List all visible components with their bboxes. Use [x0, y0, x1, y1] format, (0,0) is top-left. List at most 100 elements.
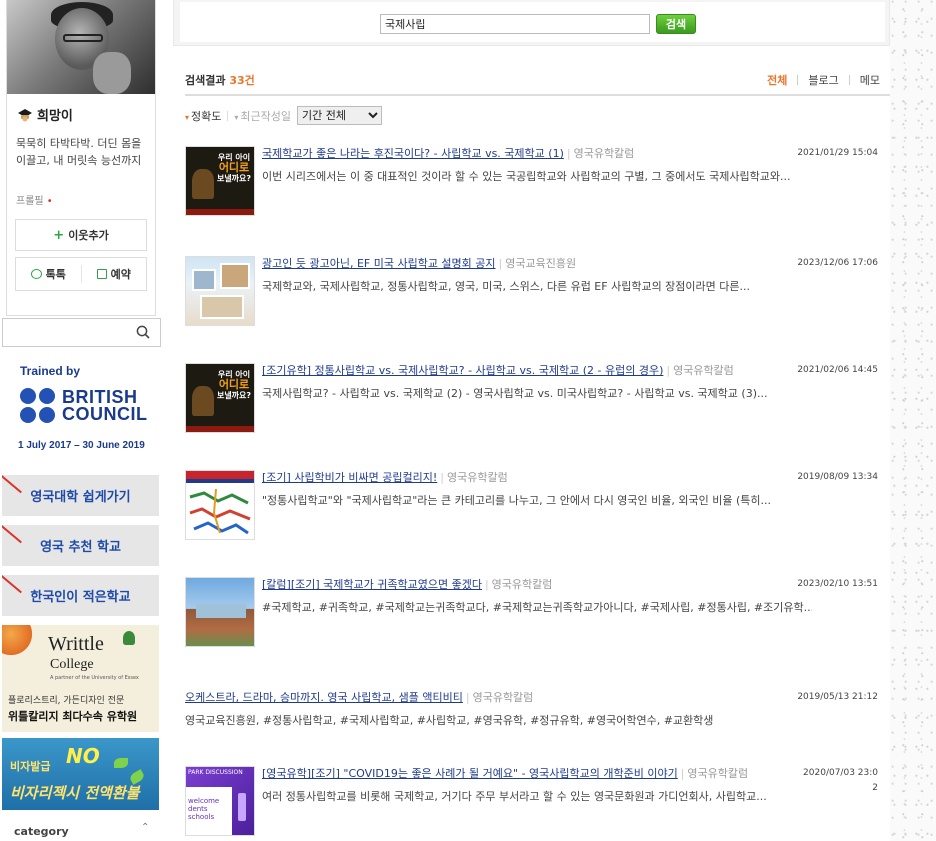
- sidebar-link-recommended-school[interactable]: 영국 추천 학교: [2, 525, 159, 566]
- thumbnail-photo: [192, 269, 216, 291]
- british-council-wordmark: BRITISH COUNCIL: [62, 388, 148, 424]
- thumbnail-figure: [192, 169, 214, 199]
- main-content: 검색 검색결과 33건 전체 블로그 메모 정확도 최근작성일 기간 전체 우리…: [173, 0, 890, 841]
- post-title-link[interactable]: 국제학교가 좋은 나라는 후진국이다? - 사립학교 vs. 국제학교 (1): [262, 147, 564, 160]
- post-thumbnail[interactable]: 우리 아이 어디로 보낼까요?: [185, 146, 255, 216]
- post-thumbnail[interactable]: PARK DISCUSSION welcome dents schools: [185, 766, 255, 836]
- reserve-label: 예약: [110, 268, 131, 281]
- profile-box: 희망이 묵묵히 타박타박. 더딘 몸을 이끌고, 내 머릿속 능선까지 프롤필 …: [6, 0, 156, 316]
- post-snippet: 국제학교와, 국제사립학교, 정통사립학교, 영국, 미국, 스위스, 다른 유…: [262, 280, 751, 293]
- result-filter-tabs: 전체 블로그 메모: [767, 72, 880, 88]
- thumbnail-band: [186, 471, 254, 479]
- period-select[interactable]: 기간 전체: [297, 106, 383, 125]
- calendar-icon: [96, 269, 107, 279]
- sort-accuracy[interactable]: 정확도: [185, 108, 221, 124]
- sidebar-link-uk-university[interactable]: 영국대학 쉽게가기: [2, 475, 159, 516]
- sidebar-link-label: 영국 추천 학교: [40, 540, 121, 555]
- blog-search-input[interactable]: [380, 14, 650, 34]
- post-snippet: 국제사립학교? - 사립학교 vs. 국제학교 (2) - 영국사립학교 vs.…: [262, 387, 768, 400]
- profile-link[interactable]: 프롤필 •: [16, 192, 53, 207]
- divider: |: [666, 364, 671, 377]
- post-source[interactable]: 영국교육진흥원: [505, 257, 576, 270]
- post-title-link[interactable]: 오케스트라, 드라마, 승마까지. 영국 사립학교, 샘플 액티비티: [185, 691, 463, 704]
- chevron-up-icon[interactable]: ⌃: [141, 822, 149, 833]
- post-source[interactable]: 영국유학칼럼: [574, 147, 635, 160]
- post-thumbnail[interactable]: 우리 아이 어디로 보낼까요?: [185, 363, 255, 433]
- sidebar-search: [2, 318, 161, 347]
- sidebar: 희망이 묵묵히 타박타박. 더딘 몸을 이끌고, 내 머릿속 능선까지 프롤필 …: [0, 0, 161, 841]
- thumbnail-band: [186, 209, 254, 215]
- post-title-link[interactable]: 광고인 듯 광고아닌, EF 미국 사립학교 설명회 공지: [262, 257, 496, 270]
- post-date: 2023/02/10 13:51: [797, 579, 878, 589]
- post-snippet: "정통사립학교"와 "국제사립학교"라는 큰 카테고리를 나누고, 그 안에서 …: [262, 494, 772, 507]
- post-date: 2023/12/06 17:06: [797, 258, 878, 268]
- thumb-line: 어디로: [218, 161, 250, 174]
- brand-line-2: COUNCIL: [62, 404, 148, 424]
- divider: |: [484, 578, 489, 591]
- profile-name[interactable]: 희망이: [17, 105, 73, 124]
- post-source[interactable]: 영국유학칼럼: [687, 767, 748, 780]
- post-thumbnail[interactable]: [185, 577, 255, 647]
- writtle-line-1: 플로리스트리, 가든디자인 전문: [8, 696, 125, 706]
- thumbnail-text: 우리 아이 어디로 보낼까요?: [216, 153, 252, 183]
- writtle-subtitle: College: [50, 657, 94, 672]
- british-council-badge[interactable]: Trained by BRITISH COUNCIL 1 July 2017 –…: [12, 358, 152, 458]
- divider: [227, 110, 229, 121]
- visa-refund-banner[interactable]: 비자발급 NO 비자리젝시 전액환불: [2, 738, 159, 810]
- post-title-line: [칼럼][조기] 국제학교가 귀족학교였으면 좋겠다 | 영국유학칼럼: [262, 577, 812, 592]
- post-date: 2021/01/29 15:04: [797, 148, 878, 158]
- british-council-logo: BRITISH COUNCIL: [20, 388, 148, 424]
- add-neighbor-button[interactable]: + 이웃추가: [15, 219, 147, 251]
- visa-line-3: 비자리젝시 전액환불: [10, 784, 140, 802]
- tulip-icon: [123, 631, 135, 645]
- reserve-button[interactable]: 예약: [82, 258, 147, 290]
- post-title-line: 광고인 듯 광고아닌, EF 미국 사립학교 설명회 공지 | 영국교육진흥원: [262, 256, 812, 271]
- thumb-line: 어디로: [218, 378, 250, 391]
- route-map-icon: [189, 488, 251, 535]
- post-title-link[interactable]: [조기] 사립학비가 비싸면 공립컬리지!: [262, 471, 437, 484]
- post-snippet: 여러 정통사립학교를 비롯해 국제학교, 거기다 주무 부서라고 할 수 있는 …: [262, 790, 767, 803]
- photo-hand: [93, 52, 131, 94]
- talk-button[interactable]: 톡톡: [16, 258, 81, 290]
- post-title-link[interactable]: [칼럼][조기] 국제학교가 귀족학교였으면 좋겠다: [262, 578, 482, 591]
- profile-photo[interactable]: [7, 0, 155, 94]
- post-date-line: 2020/07/03 23:0: [803, 768, 878, 778]
- post-title-link[interactable]: [영국유학][조기] "COVID19는 좋은 사례가 될 거예요" - 영국사…: [262, 767, 678, 780]
- post-thumbnail[interactable]: [185, 256, 255, 326]
- search-button[interactable]: 검색: [656, 14, 696, 34]
- orange-leaf-icon: [2, 625, 32, 655]
- writtle-college-banner[interactable]: Writtle College A partner of the Univers…: [2, 625, 159, 732]
- talk-label: 톡톡: [45, 268, 66, 281]
- trained-by-label: Trained by: [20, 364, 81, 378]
- divider: |: [440, 471, 444, 484]
- sidebar-link-few-koreans[interactable]: 한국인이 적은학교: [2, 575, 159, 616]
- search-panel: 검색: [173, 0, 890, 46]
- page-background-texture: [890, 0, 936, 841]
- tab-blog[interactable]: 블로그: [808, 72, 838, 88]
- thumbnail-photo: [200, 295, 244, 319]
- post-title-link[interactable]: [조기유학] 정통사립학교 vs. 국제사립학교? - 사립학교 vs. 국제학…: [262, 364, 663, 377]
- result-count: 33건: [229, 74, 255, 87]
- post-source[interactable]: 영국유학칼럼: [447, 471, 508, 484]
- tab-memo[interactable]: 메모: [860, 72, 880, 88]
- search-icon[interactable]: [136, 325, 150, 339]
- post-source[interactable]: 영국유학칼럼: [492, 578, 553, 591]
- post-thumbnail[interactable]: [185, 470, 255, 540]
- divider: |: [498, 257, 503, 270]
- post-body: 오케스트라, 드라마, 승마까지. 영국 사립학교, 샘플 액티비티 | 영국유학칼…: [185, 690, 805, 728]
- category-heading[interactable]: category: [14, 825, 69, 838]
- tab-all[interactable]: 전체: [767, 72, 787, 88]
- thumb-line: schools: [188, 813, 215, 821]
- thumbnail-figure: [192, 386, 214, 416]
- profile-link-label: 프롤필: [16, 196, 44, 207]
- graduation-cap-icon: [18, 108, 32, 121]
- profile-name-text: 희망이: [37, 109, 73, 124]
- post-source[interactable]: 영국유학칼럼: [673, 364, 734, 377]
- thumb-line: PARK DISCUSSION: [188, 769, 243, 776]
- sidebar-search-input[interactable]: [7, 323, 127, 342]
- post-snippet: 이번 시리즈에서는 이 중 대표적인 것이라 할 수 있는 국공립학교와 사립학…: [262, 170, 791, 183]
- post-source[interactable]: 영국유학칼럼: [473, 691, 534, 704]
- thumbnail-text: 우리 아이 어디로 보낼까요?: [216, 370, 252, 400]
- sort-recent[interactable]: 최근작성일: [234, 108, 291, 124]
- thumb-line: dents: [188, 805, 208, 813]
